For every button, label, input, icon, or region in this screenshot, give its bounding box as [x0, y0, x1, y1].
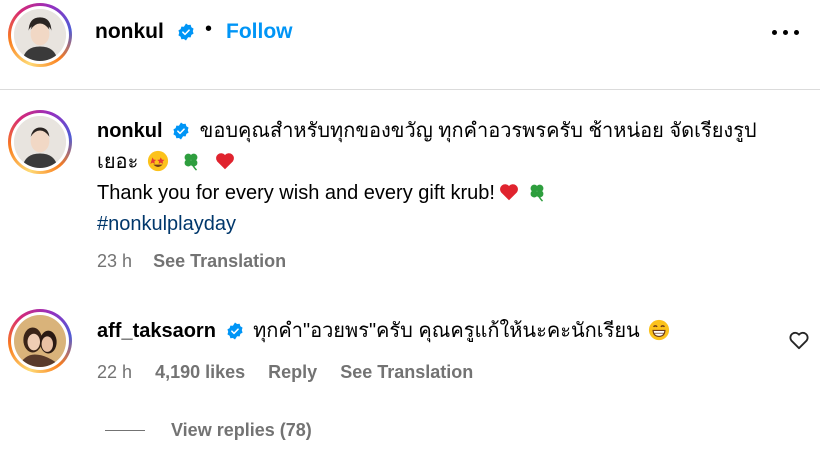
red-heart-icon	[500, 184, 518, 201]
four-leaf-clover-icon	[530, 184, 544, 202]
comment-likes[interactable]: 4,190 likes	[155, 362, 245, 382]
see-translation-button[interactable]: See Translation	[153, 251, 286, 271]
person-photo-icon	[14, 9, 66, 61]
person-photo-icon	[14, 315, 66, 367]
reply-button[interactable]: Reply	[268, 362, 317, 382]
see-translation-button[interactable]: See Translation	[340, 362, 473, 382]
view-replies-label[interactable]: View replies (78)	[171, 420, 312, 440]
red-heart-icon	[216, 153, 234, 170]
follow-button[interactable]: Follow	[226, 20, 293, 44]
comment-time: 22 h	[97, 362, 133, 382]
comment-body: ทุกคำ"อวยพร"ครับ คุณครูแก้ให้นะคะนักเรีย…	[253, 320, 640, 342]
verified-badge-icon	[177, 23, 195, 43]
hashtag-link[interactable]: #nonkulplayday	[97, 213, 236, 235]
caption-meta: 23 h See Translation	[97, 251, 286, 272]
replies-divider	[105, 430, 145, 431]
caption-english-text: Thank you for every wish and every gift …	[97, 182, 495, 204]
grinning-face-icon	[649, 319, 670, 341]
header-divider	[0, 89, 820, 90]
separator-dot: •	[205, 18, 213, 40]
verified-badge-icon	[173, 122, 189, 140]
caption-avatar[interactable]	[8, 110, 72, 174]
more-options-icon[interactable]	[772, 22, 800, 42]
author-avatar[interactable]	[8, 3, 72, 67]
four-leaf-clover-icon	[185, 153, 198, 171]
view-replies-button[interactable]: View replies (78)	[105, 420, 312, 441]
person-photo-icon	[14, 116, 66, 168]
caption-username[interactable]: nonkul	[97, 120, 163, 142]
commenter-username[interactable]: aff_taksaorn	[97, 320, 216, 342]
comment-text: aff_taksaorn ทุกคำ"อวยพร"ครับ คุณครูแก้ใ…	[97, 316, 777, 346]
verified-badge-icon	[226, 322, 243, 340]
commenter-avatar[interactable]	[8, 309, 72, 373]
caption-text: nonkul ขอบคุณสำหรับทุกของขวัญ ทุกคำอวรพร…	[97, 116, 797, 240]
star-struck-face-icon	[147, 150, 168, 172]
post-header: nonkul • Follow	[0, 0, 820, 68]
caption-time: 23 h	[97, 251, 133, 271]
like-heart-icon[interactable]	[788, 330, 810, 350]
comment-meta: 22 h 4,190 likes Reply See Translation	[97, 362, 473, 383]
author-username[interactable]: nonkul	[95, 20, 164, 44]
